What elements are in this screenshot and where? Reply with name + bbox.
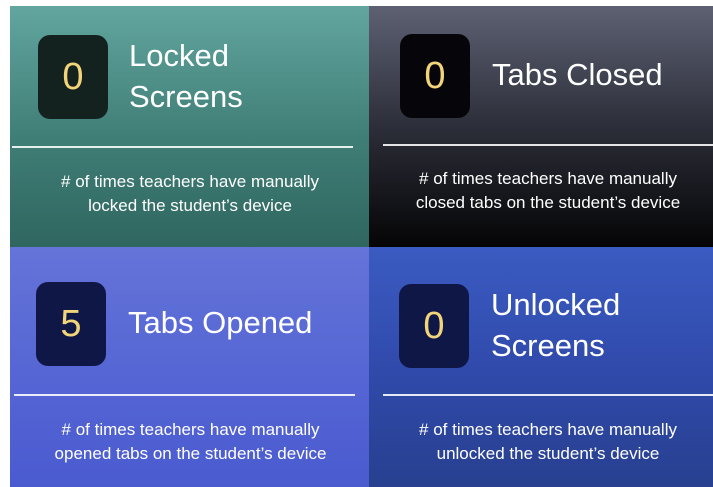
tabs-closed-count-badge: 0 — [400, 34, 470, 118]
locked-screens-description: # of times teachers have manually locked… — [20, 170, 360, 218]
unlocked-screens-title: Unlocked Screens — [491, 284, 620, 366]
unlocked-screens-desc-line2: unlocked the student’s device — [436, 444, 660, 463]
locked-screens-title-line1: Locked — [129, 38, 229, 73]
unlocked-screens-count-badge: 0 — [399, 284, 469, 368]
tabs-closed-title-line1: Tabs Closed — [492, 57, 663, 92]
tabs-opened-count: 5 — [60, 302, 82, 345]
locked-screens-count-badge: 0 — [38, 35, 108, 119]
tabs-closed-title: Tabs Closed — [492, 54, 663, 95]
unlocked-screens-desc-line1: # of times teachers have manually — [419, 420, 677, 439]
tabs-opened-title: Tabs Opened — [128, 302, 312, 343]
locked-screens-title: Locked Screens — [129, 35, 243, 117]
tabs-opened-card: 5 Tabs Opened # of times teachers have m… — [10, 247, 369, 487]
tabs-closed-description: # of times teachers have manually closed… — [383, 167, 713, 215]
tabs-closed-card: 0 Tabs Closed # of times teachers have m… — [369, 6, 713, 247]
tabs-opened-count-badge: 5 — [36, 282, 106, 366]
unlocked-screens-card: 0 Unlocked Screens # of times teachers h… — [369, 247, 713, 487]
locked-screens-count: 0 — [62, 55, 84, 98]
unlocked-screens-title-line2: Screens — [491, 328, 605, 363]
unlocked-screens-divider — [383, 394, 713, 396]
locked-screens-card: 0 Locked Screens # of times teachers hav… — [10, 6, 369, 247]
tabs-opened-desc-line2: opened tabs on the student’s device — [54, 444, 327, 463]
tabs-opened-divider — [14, 394, 355, 396]
tabs-opened-description: # of times teachers have manually opened… — [18, 418, 363, 466]
unlocked-screens-title-line1: Unlocked — [491, 287, 621, 322]
tabs-opened-title-line1: Tabs Opened — [128, 305, 313, 340]
locked-screens-divider — [12, 146, 353, 148]
tabs-closed-count: 0 — [424, 54, 446, 97]
locked-screens-desc-line1: # of times teachers have manually — [61, 172, 319, 191]
locked-screens-title-line2: Screens — [129, 79, 243, 114]
tabs-opened-desc-line1: # of times teachers have manually — [61, 420, 320, 439]
stats-grid: 0 Locked Screens # of times teachers hav… — [10, 6, 713, 487]
tabs-closed-divider — [383, 144, 713, 146]
tabs-closed-desc-line1: # of times teachers have manually — [419, 169, 677, 188]
unlocked-screens-count: 0 — [423, 304, 445, 347]
locked-screens-desc-line2: locked the student’s device — [88, 196, 292, 215]
unlocked-screens-description: # of times teachers have manually unlock… — [383, 418, 713, 466]
tabs-closed-desc-line2: closed tabs on the student’s device — [415, 193, 681, 212]
